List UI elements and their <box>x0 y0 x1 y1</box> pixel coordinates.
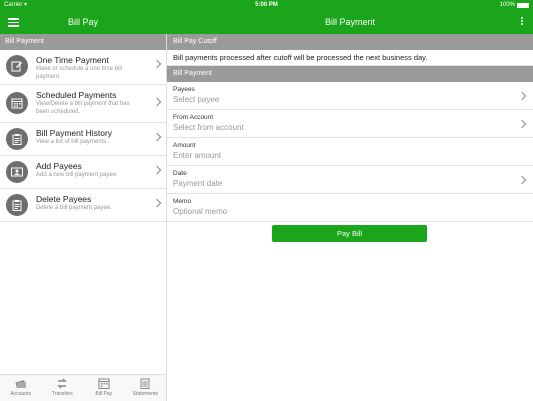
sidebar-item-subtitle: Delete a bill payment payee. <box>36 205 112 211</box>
chevron-right-icon <box>517 175 527 185</box>
sidebar-item-title: One Time Payment <box>36 55 109 65</box>
date-label: Date <box>173 170 187 177</box>
tab-label: Accounts <box>10 391 32 397</box>
tab-bill-pay[interactable]: Bill Pay <box>83 375 125 401</box>
payees-field[interactable]: Payees <box>167 82 533 110</box>
tab-label: Bill Pay <box>95 391 113 397</box>
payees-input[interactable] <box>173 95 503 104</box>
memo-label: Memo <box>173 198 192 205</box>
sidebar: Bill Payment One Time Payment Make or sc… <box>0 34 167 374</box>
pay-bill-button[interactable]: Pay Bill <box>272 225 427 242</box>
tab-label: Statements <box>132 391 158 397</box>
battery-indicator: 100% <box>500 0 529 10</box>
sidebar-item-bill-payment-history[interactable]: Bill Payment History View a list of bill… <box>0 123 166 156</box>
cards-icon <box>15 378 27 389</box>
status-bar: Carrier ▾ 5:00 PM 100% <box>0 0 533 10</box>
sidebar-header: Bill Payment <box>0 34 166 50</box>
edit-icon <box>6 55 28 77</box>
transfer-arrows-icon <box>56 378 68 389</box>
chevron-right-icon <box>517 119 527 129</box>
from-account-input[interactable] <box>173 123 503 132</box>
chevron-right-icon <box>152 198 162 208</box>
sidebar-item-subtitle: View/Delete a bill payment that has been… <box>36 101 130 115</box>
calendar-icon <box>6 92 28 114</box>
tab-bar: Accounts Transfers Bill Pay Statements <box>0 374 167 401</box>
nav-bar: Bill Pay Bill Payment <box>0 10 533 34</box>
clipboard-icon <box>6 128 28 150</box>
sidebar-title: Bill Pay <box>67 17 98 27</box>
from-account-field[interactable]: From Account <box>167 110 533 138</box>
sidebar-item-scheduled-payments[interactable]: Scheduled Payments View/Delete a bill pa… <box>0 85 166 123</box>
battery-percent: 100% <box>499 2 515 8</box>
tab-statements[interactable]: Statements <box>125 375 167 401</box>
date-field[interactable]: Date <box>167 166 533 194</box>
clipboard-delete-icon <box>6 194 28 216</box>
sidebar-item-delete-payees[interactable]: Delete Payees Delete a bill payment paye… <box>0 189 166 222</box>
cutoff-notice: Bill payments processed after cutoff wil… <box>167 50 533 66</box>
memo-input[interactable] <box>173 207 503 216</box>
memo-field[interactable]: Memo <box>167 194 533 222</box>
sidebar-item-subtitle: View a list of bill payments. <box>36 139 108 145</box>
clock: 5:00 PM <box>255 2 278 8</box>
calendar-icon <box>98 378 110 389</box>
battery-icon <box>517 2 529 8</box>
chevron-right-icon <box>152 59 162 69</box>
chevron-right-icon <box>152 132 162 142</box>
sidebar-item-title: Delete Payees <box>36 194 92 204</box>
sidebar-item-add-payees[interactable]: Add Payees Add a new bill payment payee. <box>0 156 166 189</box>
from-account-label: From Account <box>173 114 214 121</box>
statement-icon <box>139 378 151 389</box>
more-options-icon[interactable] <box>521 17 524 27</box>
tab-label: Transfers <box>51 391 73 397</box>
date-input[interactable] <box>173 179 503 188</box>
form-header: Bill Payment <box>167 66 533 82</box>
sidebar-item-title: Bill Payment History <box>36 128 113 138</box>
sidebar-item-subtitle: Add a new bill payment payee. <box>36 172 118 178</box>
amount-input[interactable] <box>173 151 503 160</box>
payees-label: Payees <box>173 86 195 93</box>
tab-transfers[interactable]: Transfers <box>42 375 84 401</box>
sidebar-item-title: Add Payees <box>36 161 82 171</box>
page-title: Bill Payment <box>324 17 376 27</box>
amount-field[interactable]: Amount <box>167 138 533 166</box>
chevron-right-icon <box>152 97 162 107</box>
tab-accounts[interactable]: Accounts <box>0 375 42 401</box>
sidebar-item-one-time-payment[interactable]: One Time Payment Make or schedule a one … <box>0 50 166 85</box>
sidebar-item-title: Scheduled Payments <box>36 90 117 100</box>
amount-label: Amount <box>173 142 196 149</box>
contact-card-icon <box>6 161 28 183</box>
chevron-right-icon <box>517 91 527 101</box>
chevron-right-icon <box>152 165 162 175</box>
cutoff-header: Bill Pay Cutoff <box>167 34 533 50</box>
main-content: Bill Pay Cutoff Bill payments processed … <box>167 34 533 400</box>
sidebar-item-subtitle: Make or schedule a one time bill payment… <box>36 66 123 80</box>
